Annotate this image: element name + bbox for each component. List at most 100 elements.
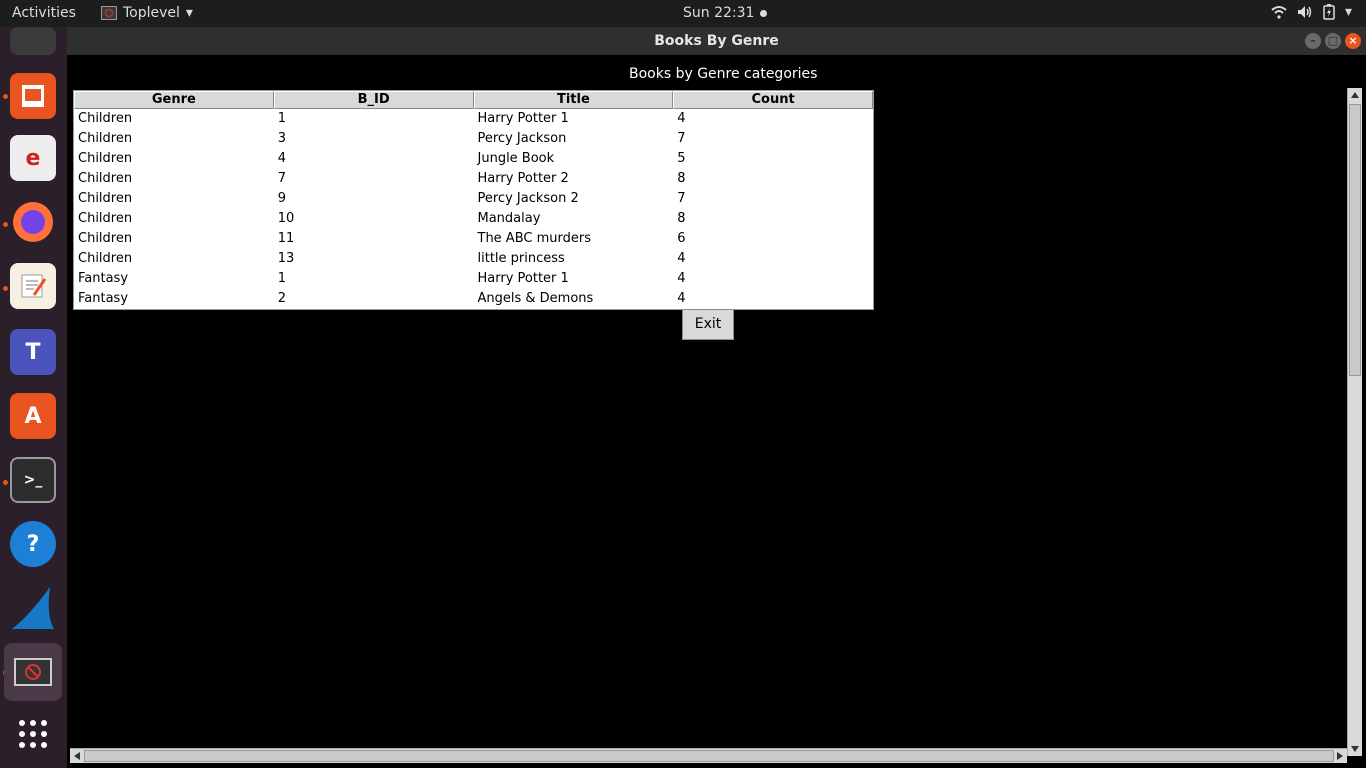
show-apps-icon[interactable] <box>10 711 56 757</box>
cell-title: Percy Jackson 2 <box>477 191 579 206</box>
window-content: Books by Genre categories Genre B_ID Tit… <box>67 55 1366 768</box>
cell-bid: 1 <box>277 271 287 286</box>
table-row[interactable]: Fantasy 2 Angels & Demons 4 <box>74 289 873 309</box>
cell-bid: 7 <box>277 171 287 186</box>
cell-title: little princess <box>477 251 565 266</box>
table-row[interactable]: Children 9 Percy Jackson 2 7 <box>74 189 873 209</box>
minimize-icon[interactable]: – <box>1305 33 1321 49</box>
window-titlebar[interactable]: Books By Genre – □ × <box>67 27 1366 55</box>
cell-title: Percy Jackson <box>477 131 567 146</box>
cell-count: 8 <box>677 171 686 186</box>
table-row[interactable]: Children 3 Percy Jackson 7 <box>74 129 873 149</box>
cell-genre: Children <box>78 251 133 266</box>
horizontal-scroll-thumb[interactable] <box>84 750 1334 762</box>
cell-bid: 1 <box>277 111 287 126</box>
cell-genre: Fantasy <box>78 271 129 286</box>
cell-count: 7 <box>677 131 686 146</box>
firefox-icon[interactable] <box>10 199 56 245</box>
cell-count: 4 <box>677 111 686 126</box>
cell-title: The ABC murders <box>477 231 592 246</box>
column-header-bid[interactable]: B_ID <box>273 91 474 109</box>
clock[interactable]: Sun 22:31 <box>683 5 768 21</box>
text-editor-icon[interactable] <box>10 263 56 309</box>
close-icon[interactable]: × <box>1345 33 1361 49</box>
impress-icon[interactable] <box>10 73 56 119</box>
vertical-scrollbar[interactable] <box>1347 88 1362 756</box>
cell-bid: 4 <box>277 151 287 166</box>
table-row[interactable]: Children 7 Harry Potter 2 8 <box>74 169 873 189</box>
table-row[interactable]: Children 1 Harry Potter 1 4 <box>74 109 873 129</box>
cell-count: 6 <box>677 231 686 246</box>
cell-genre: Children <box>78 231 133 246</box>
tk-app-icon[interactable] <box>4 643 62 701</box>
vertical-scroll-thumb[interactable] <box>1349 104 1361 376</box>
chevron-down-icon: ▾ <box>1344 4 1352 20</box>
cell-count: 8 <box>677 211 686 226</box>
cell-bid: 11 <box>277 231 295 246</box>
battery-icon <box>1323 4 1335 20</box>
page-title: Books by Genre categories <box>629 66 818 82</box>
wireshark-icon[interactable] <box>10 585 56 631</box>
maximize-icon[interactable]: □ <box>1325 33 1341 49</box>
cell-genre: Fantasy <box>78 291 129 306</box>
cell-title: Harry Potter 1 <box>477 111 569 126</box>
teams-icon[interactable]: T <box>10 329 56 375</box>
cell-bid: 3 <box>277 131 287 146</box>
software-store-icon[interactable]: A <box>10 393 56 439</box>
cell-title: Harry Potter 1 <box>477 271 569 286</box>
cell-genre: Children <box>78 211 133 226</box>
scroll-left-icon[interactable] <box>73 752 81 760</box>
cell-count: 4 <box>677 291 686 306</box>
files-icon[interactable] <box>10 27 56 55</box>
exit-button[interactable]: Exit <box>682 309 734 340</box>
system-tray[interactable]: ▾ <box>1271 4 1352 20</box>
cell-title: Angels & Demons <box>477 291 594 306</box>
column-header-genre[interactable]: Genre <box>74 91 274 109</box>
app-menu-label: Toplevel <box>123 5 180 21</box>
cell-count: 4 <box>677 271 686 286</box>
window-controls: – □ × <box>1305 33 1361 49</box>
scroll-right-icon[interactable] <box>1336 752 1344 760</box>
help-icon[interactable]: ? <box>10 521 56 567</box>
top-bar: Activities Toplevel ▾ Sun 22:31 ▾ <box>0 0 1366 27</box>
app-menu[interactable]: Toplevel ▾ <box>101 5 193 21</box>
chevron-down-icon: ▾ <box>185 5 193 21</box>
running-indicator <box>3 480 8 485</box>
app-icon <box>101 6 117 20</box>
table-row[interactable]: Fantasy 1 Harry Potter 1 4 <box>74 269 873 289</box>
column-header-count[interactable]: Count <box>673 91 873 109</box>
dock: e T A >_ ? <box>0 27 67 768</box>
table-row[interactable]: Children 11 The ABC murders 6 <box>74 229 873 249</box>
cell-count: 5 <box>677 151 686 166</box>
column-header-title[interactable]: Title <box>473 91 674 109</box>
scroll-up-icon[interactable] <box>1350 91 1360 99</box>
cell-genre: Children <box>78 171 133 186</box>
cell-genre: Children <box>78 111 133 126</box>
running-indicator <box>3 286 8 291</box>
cell-count: 4 <box>677 251 686 266</box>
activities-button[interactable]: Activities <box>12 5 76 21</box>
cell-genre: Children <box>78 151 133 166</box>
document-viewer-icon[interactable]: e <box>10 135 56 181</box>
table-row[interactable]: Children 13 little princess 4 <box>74 249 873 269</box>
terminal-icon[interactable]: >_ <box>10 457 56 503</box>
volume-icon <box>1297 6 1312 18</box>
cell-title: Harry Potter 2 <box>477 171 569 186</box>
running-indicator <box>3 222 8 227</box>
window-title: Books By Genre <box>654 33 779 49</box>
cell-bid: 13 <box>277 251 295 266</box>
wifi-icon <box>1271 6 1287 19</box>
horizontal-scrollbar[interactable] <box>70 748 1347 763</box>
books-table: Genre B_ID Title Count Children 1 Harry … <box>73 90 874 310</box>
cell-bid: 2 <box>277 291 287 306</box>
cell-bid: 10 <box>277 211 295 226</box>
scroll-down-icon[interactable] <box>1350 745 1360 753</box>
table-header: Genre B_ID Title Count <box>74 91 873 109</box>
table-row[interactable]: Children 4 Jungle Book 5 <box>74 149 873 169</box>
running-indicator <box>3 94 8 99</box>
cell-genre: Children <box>78 131 133 146</box>
notification-dot-icon <box>760 9 768 17</box>
cell-bid: 9 <box>277 191 287 206</box>
cell-title: Mandalay <box>477 211 541 226</box>
table-row[interactable]: Children 10 Mandalay 8 <box>74 209 873 229</box>
